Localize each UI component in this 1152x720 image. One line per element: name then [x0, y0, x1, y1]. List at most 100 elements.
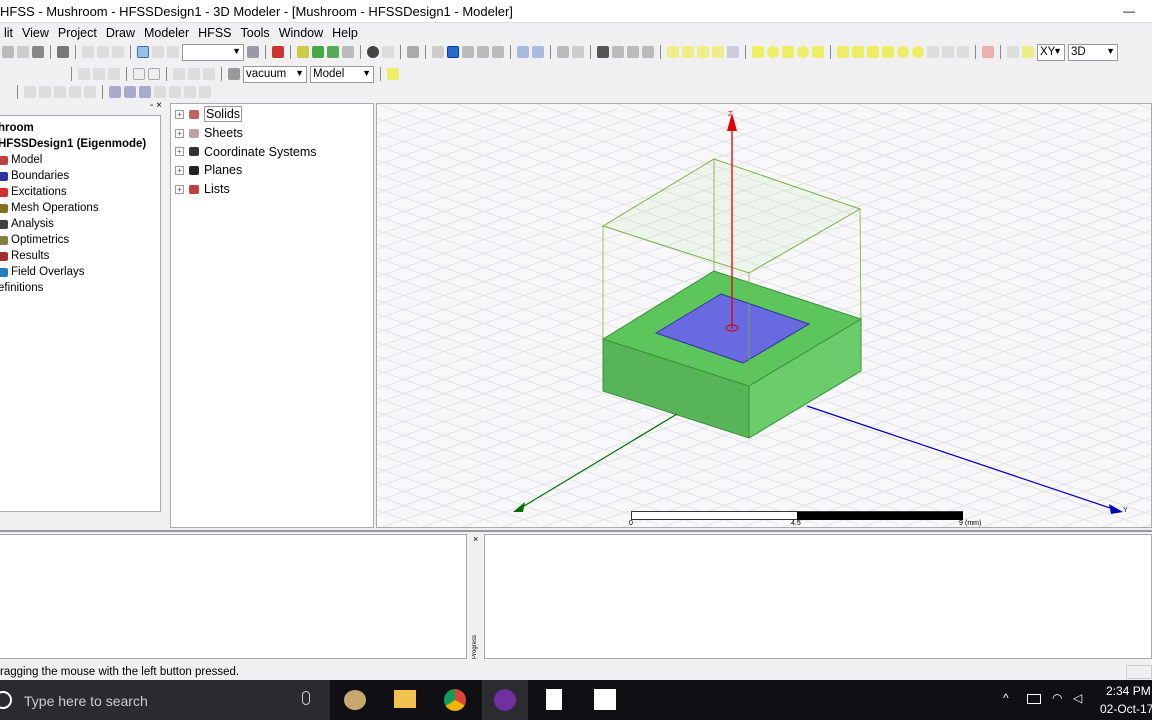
draw-helix-icon[interactable] — [927, 46, 939, 58]
paste-icon[interactable] — [32, 46, 44, 58]
rotate-icon[interactable] — [447, 46, 459, 58]
model-tree-item[interactable]: + Coordinate Systems — [175, 142, 373, 161]
draw-box-icon[interactable] — [837, 46, 849, 58]
thicken-icon[interactable] — [54, 86, 66, 98]
window-icon[interactable] — [407, 46, 419, 58]
move-icon[interactable] — [173, 68, 185, 80]
draw-ellipse-icon[interactable] — [797, 46, 809, 58]
model-tree-item[interactable]: + Sheets — [175, 124, 373, 143]
plane-dropdown[interactable]: XY ▼ — [1037, 43, 1065, 61]
fields-icon[interactable] — [327, 46, 339, 58]
fit-selection-icon[interactable] — [572, 46, 584, 58]
rotate-axis-icon[interactable] — [462, 46, 474, 58]
relative-cs-icon[interactable] — [1007, 46, 1019, 58]
zoom-in-icon[interactable] — [517, 46, 529, 58]
expand-icon[interactable]: + — [175, 109, 184, 119]
project-tree-item[interactable]: HFSSDesign1 (Eigenmode) — [0, 136, 160, 152]
project-tree-item[interactable]: Model — [0, 152, 160, 168]
zoom-out-icon[interactable] — [532, 46, 544, 58]
face-cs-icon[interactable] — [1022, 46, 1034, 58]
menu-hfss[interactable]: HFSS — [194, 26, 236, 42]
draw-rectangle-icon[interactable] — [752, 46, 764, 58]
sweep-icon[interactable] — [24, 86, 36, 98]
create-region-icon[interactable] — [982, 46, 994, 58]
plot-icon[interactable] — [382, 46, 394, 58]
hfss-taskbar-button[interactable] — [482, 680, 528, 720]
draw-spline-icon[interactable] — [682, 46, 694, 58]
connect-icon[interactable] — [69, 86, 81, 98]
menu-view[interactable]: View — [18, 26, 54, 42]
offset-icon[interactable] — [169, 86, 181, 98]
expand-icon[interactable]: + — [175, 128, 184, 138]
chrome-icon[interactable] — [444, 689, 466, 711]
find-icon[interactable] — [367, 46, 379, 58]
project-tree-item[interactable]: Excitations — [0, 184, 160, 200]
fillet-icon[interactable] — [184, 86, 196, 98]
wifi-icon[interactable]: ◠ — [1052, 691, 1062, 705]
menu-draw[interactable]: Draw — [102, 26, 140, 42]
model-view[interactable] — [377, 104, 1152, 528]
hide-all-icon[interactable] — [627, 46, 639, 58]
duplicate-mirror-icon[interactable] — [139, 86, 151, 98]
expand-icon[interactable]: + — [175, 147, 184, 157]
close-pane-button[interactable]: - × — [150, 100, 162, 111]
snap-icon[interactable] — [402, 68, 414, 80]
clock-date[interactable]: 02-Oct-17 — [1100, 702, 1152, 716]
project-tree-item[interactable]: hroom — [0, 120, 160, 136]
expand-icon[interactable]: + — [175, 165, 184, 175]
menu-edit[interactable]: lit — [0, 26, 18, 42]
menu-help[interactable]: Help — [328, 26, 363, 42]
results-icon[interactable] — [312, 46, 324, 58]
project-tree-item[interactable]: Analysis — [0, 216, 160, 232]
rotate-object-icon[interactable] — [188, 68, 200, 80]
photos-app-icon[interactable] — [594, 689, 616, 710]
intersect-icon[interactable] — [108, 68, 120, 80]
draw-spiral-icon[interactable] — [942, 46, 954, 58]
mirror-icon[interactable] — [203, 68, 215, 80]
draw-equation-icon[interactable] — [727, 46, 739, 58]
menu-project[interactable]: Project — [54, 26, 102, 42]
draw-bondwire-icon[interactable] — [957, 46, 969, 58]
sweep-vector-icon[interactable] — [39, 86, 51, 98]
progress-tab[interactable]: Progress — [472, 625, 482, 659]
fit-all-icon[interactable] — [557, 46, 569, 58]
draw-region-icon[interactable] — [812, 46, 824, 58]
grid-icon[interactable] — [387, 68, 399, 80]
measure-icon[interactable] — [247, 46, 259, 58]
view-dimension-dropdown[interactable]: 3D ▼ — [1068, 43, 1118, 61]
volume-icon[interactable]: ◁ — [1073, 691, 1082, 705]
orbit-icon[interactable] — [477, 46, 489, 58]
clock-time[interactable]: 2:34 PM — [1106, 684, 1151, 698]
select-face-icon[interactable] — [167, 46, 179, 58]
model-tree-item[interactable]: + Lists — [175, 180, 373, 199]
subtract-icon[interactable] — [93, 68, 105, 80]
model-tree-item[interactable]: + Planes — [175, 161, 373, 180]
project-tree-item[interactable]: Mesh Operations — [0, 200, 160, 216]
material-icon[interactable] — [228, 68, 240, 80]
show-all-icon[interactable] — [642, 46, 654, 58]
unite-icon[interactable] — [78, 68, 90, 80]
pan-icon[interactable] — [432, 46, 444, 58]
imprint-icon[interactable] — [148, 68, 160, 80]
photo-file-icon[interactable] — [546, 689, 562, 710]
select-by-name-icon[interactable] — [152, 46, 164, 58]
draw-circle-icon[interactable] — [767, 46, 779, 58]
scale-icon[interactable] — [154, 86, 166, 98]
draw-arc2-icon[interactable] — [712, 46, 724, 58]
delete-icon[interactable] — [82, 46, 94, 58]
hide-icon[interactable] — [612, 46, 624, 58]
project-tree-item[interactable]: Boundaries — [0, 168, 160, 184]
duplicate-along-line-icon[interactable] — [109, 86, 121, 98]
split-icon[interactable] — [133, 68, 145, 80]
microphone-icon[interactable] — [302, 691, 310, 705]
analyze-icon[interactable] — [297, 46, 309, 58]
project-tree-item[interactable]: Optimetrics — [0, 232, 160, 248]
model-tree-item[interactable]: + Solids — [175, 105, 373, 124]
undo-icon[interactable] — [97, 46, 109, 58]
selection-dropdown[interactable]: ▼ — [182, 43, 244, 61]
draw-regular-polyhedron-icon[interactable] — [867, 46, 879, 58]
file-explorer-icon[interactable] — [394, 690, 416, 708]
print-icon[interactable] — [57, 46, 69, 58]
cover-icon[interactable] — [84, 86, 96, 98]
copy-icon[interactable] — [17, 46, 29, 58]
